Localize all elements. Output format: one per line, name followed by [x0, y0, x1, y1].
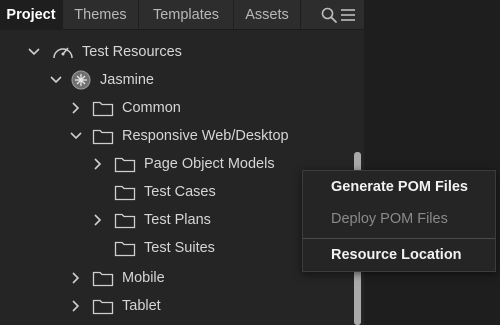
menu-icon[interactable]: [340, 6, 356, 24]
chevron-down-icon[interactable]: [68, 128, 84, 144]
folder-icon: [92, 101, 114, 117]
tree-item-label: Jasmine: [100, 72, 154, 88]
folder-icon: [92, 271, 114, 287]
tree-item-label: Test Resources: [82, 44, 182, 60]
project-panel: Project Themes Templates Assets Test Res…: [0, 0, 364, 325]
menu-item-generate-pom-files[interactable]: Generate POM Files: [303, 172, 495, 202]
jasmine-logo-icon: [71, 70, 91, 90]
chevron-right-icon[interactable]: [90, 212, 106, 228]
chevron-down-icon[interactable]: [26, 44, 42, 60]
tree-item-label: Mobile: [122, 270, 165, 286]
tab-assets[interactable]: Assets: [234, 0, 301, 30]
folder-icon: [92, 299, 114, 315]
menu-item-deploy-pom-files: Deploy POM Files: [331, 211, 448, 227]
folder-icon: [92, 129, 114, 145]
gauge-icon: [53, 47, 73, 59]
tree-item-label: Tablet: [122, 298, 161, 314]
panel-tab-bar: Project Themes Templates Assets: [0, 0, 364, 30]
app-window: Project Themes Templates Assets Test Res…: [0, 0, 500, 325]
chevron-right-icon[interactable]: [68, 100, 84, 116]
tab-bar-actions: [320, 0, 356, 30]
tab-project[interactable]: Project: [0, 0, 63, 30]
tree-item-label: Test Cases: [144, 184, 216, 200]
tab-themes[interactable]: Themes: [63, 0, 139, 30]
search-icon[interactable]: [320, 6, 338, 24]
chevron-right-icon[interactable]: [90, 156, 106, 172]
editor-area: [364, 0, 500, 325]
context-menu: Generate POM Files Deploy POM Files Reso…: [302, 170, 496, 272]
tree-item-label: Test Suites: [144, 240, 215, 256]
chevron-right-icon[interactable]: [68, 298, 84, 314]
tree-item-label: Page Object Models: [144, 156, 275, 172]
tree-item-label: Test Plans: [144, 212, 211, 228]
tree-item-test-resources[interactable]: Test Resources: [26, 38, 376, 66]
folder-icon: [114, 185, 136, 201]
tree-item-label: Responsive Web/Desktop: [122, 128, 289, 144]
folder-icon: [114, 213, 136, 229]
menu-separator: [303, 238, 495, 239]
menu-item-resource-location[interactable]: Resource Location: [303, 240, 495, 270]
chevron-down-icon[interactable]: [48, 72, 64, 88]
tree-item-jasmine[interactable]: Jasmine: [48, 66, 398, 94]
chevron-right-icon[interactable]: [68, 270, 84, 286]
folder-icon: [114, 241, 136, 257]
tab-templates[interactable]: Templates: [139, 0, 234, 30]
tree-item-label: Common: [122, 100, 181, 116]
folder-icon: [114, 157, 136, 173]
